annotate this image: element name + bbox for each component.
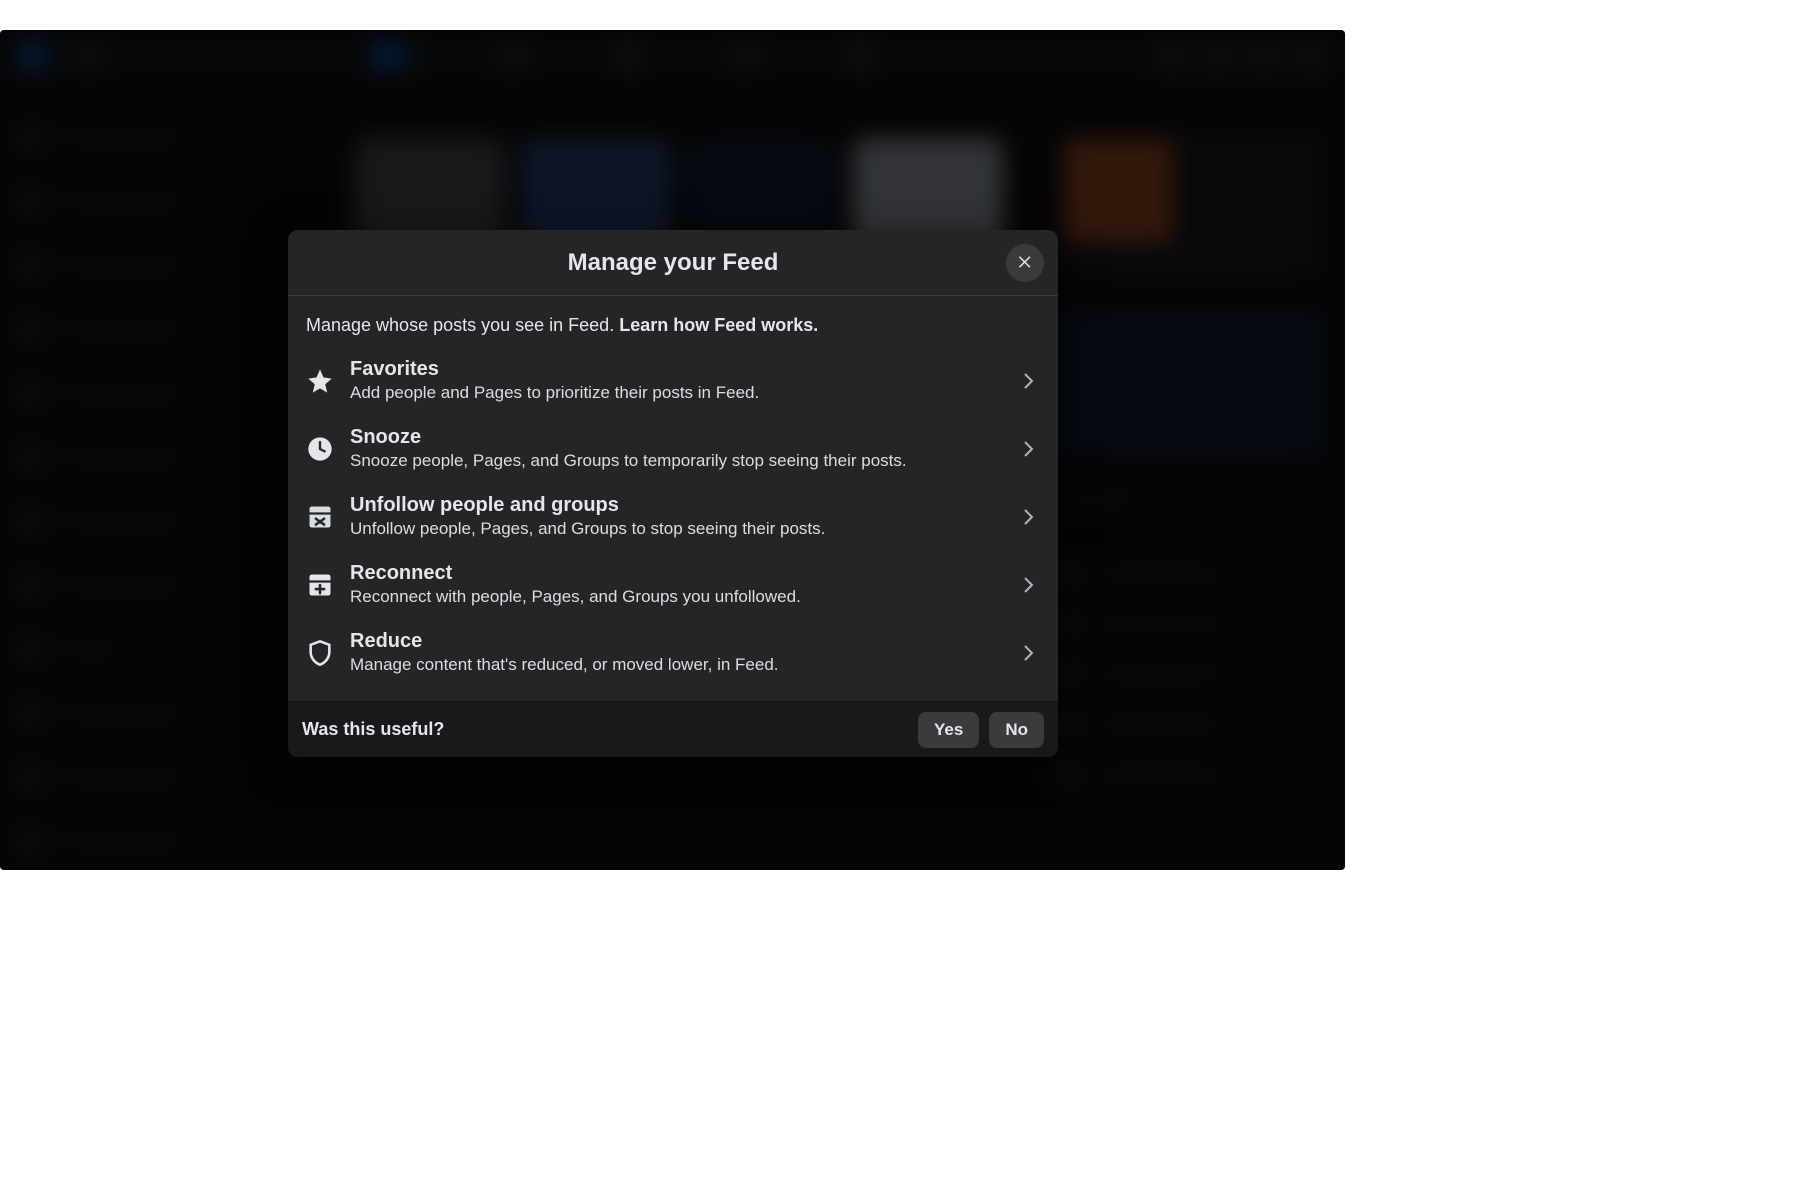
useful-yes-button[interactable]: Yes <box>918 712 979 748</box>
clock-icon <box>306 435 334 463</box>
chevron-right-icon <box>1016 573 1040 597</box>
option-title: Favorites <box>350 357 1000 382</box>
chevron-right-icon <box>1016 369 1040 393</box>
reconnect-icon <box>306 571 334 599</box>
manage-feed-modal: Manage your Feed Manage whose posts you … <box>288 230 1058 757</box>
option-desc: Manage content that's reduced, or moved … <box>350 654 1000 677</box>
modal-intro: Manage whose posts you see in Feed. Lear… <box>304 314 1042 337</box>
canvas: Manage your Feed Manage whose posts you … <box>0 0 1800 1200</box>
option-reconnect[interactable]: Reconnect Reconnect with people, Pages, … <box>304 551 1042 619</box>
learn-how-feed-works-link[interactable]: Learn how Feed works. <box>619 315 818 335</box>
option-title: Unfollow people and groups <box>350 493 1000 518</box>
option-desc: Unfollow people, Pages, and Groups to st… <box>350 518 1000 541</box>
close-icon <box>1016 253 1034 274</box>
star-icon <box>306 367 334 395</box>
option-title: Reconnect <box>350 561 1000 586</box>
option-title: Reduce <box>350 629 1000 654</box>
option-snooze[interactable]: Snooze Snooze people, Pages, and Groups … <box>304 415 1042 483</box>
option-desc: Snooze people, Pages, and Groups to temp… <box>350 450 1000 473</box>
option-title: Snooze <box>350 425 1000 450</box>
option-favorites[interactable]: Favorites Add people and Pages to priori… <box>304 347 1042 415</box>
modal-footer: Was this useful? Yes No <box>288 701 1058 757</box>
modal-body: Manage whose posts you see in Feed. Lear… <box>288 296 1058 701</box>
close-button[interactable] <box>1006 244 1044 282</box>
chevron-right-icon <box>1016 437 1040 461</box>
option-desc: Add people and Pages to prioritize their… <box>350 382 1000 405</box>
shield-icon <box>306 639 334 667</box>
app-viewport: Manage your Feed Manage whose posts you … <box>0 30 1345 870</box>
chevron-right-icon <box>1016 641 1040 665</box>
option-reduce[interactable]: Reduce Manage content that's reduced, or… <box>304 619 1042 687</box>
modal-title: Manage your Feed <box>568 249 779 277</box>
option-unfollow[interactable]: Unfollow people and groups Unfollow peop… <box>304 483 1042 551</box>
option-desc: Reconnect with people, Pages, and Groups… <box>350 586 1000 609</box>
modal-header: Manage your Feed <box>288 230 1058 296</box>
intro-text: Manage whose posts you see in Feed. <box>306 315 619 335</box>
chevron-right-icon <box>1016 505 1040 529</box>
footer-question: Was this useful? <box>302 719 908 740</box>
unfollow-icon <box>306 503 334 531</box>
useful-no-button[interactable]: No <box>989 712 1044 748</box>
